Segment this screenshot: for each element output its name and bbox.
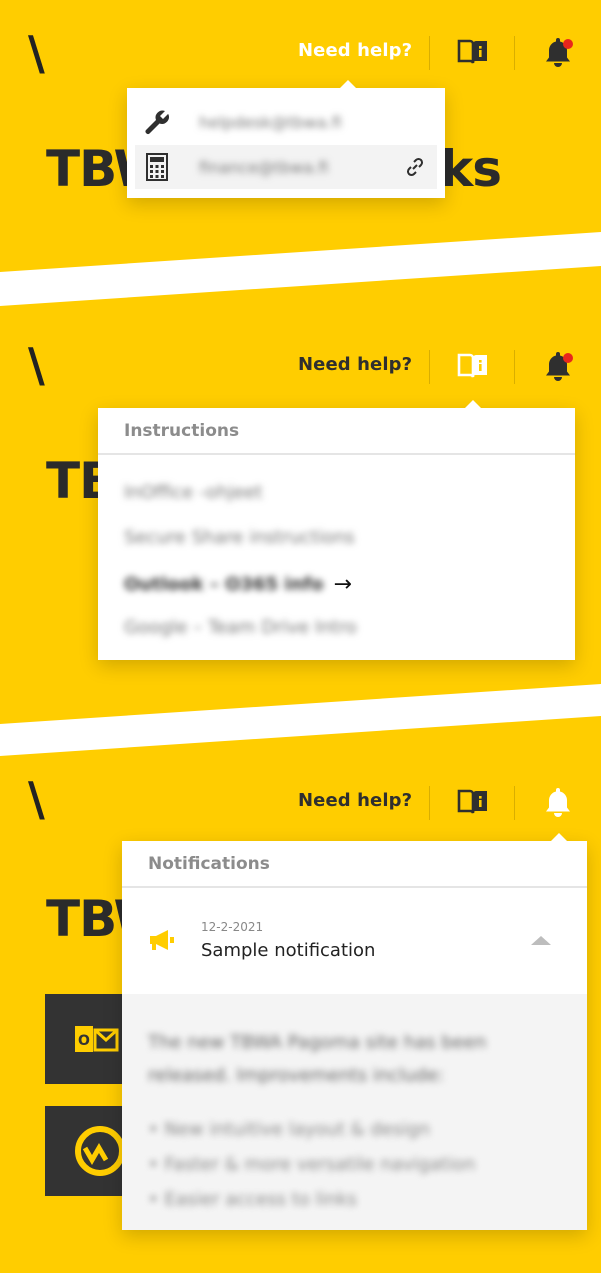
logo-slash[interactable]: \ [28, 776, 45, 822]
header-divider [429, 786, 430, 820]
notification-bullet: • Easier access to links [148, 1189, 357, 1210]
notifications-dropdown: Notifications 12-2-2021 Sample notificat… [122, 833, 587, 1230]
instruction-link[interactable]: Secure Share instructions [124, 527, 355, 548]
collapse-caret-icon[interactable] [531, 936, 551, 945]
need-help-link[interactable]: Need help? [298, 40, 412, 61]
notification-body: The new TBWA Pagoma site has been releas… [122, 994, 587, 1230]
help-item-text: finance@tbwa.fi [199, 157, 329, 177]
need-help-link[interactable]: Need help? [298, 790, 412, 811]
notification-badge [563, 353, 573, 363]
panel-notifications-dropdown: \ Need help? TBW O Notifications 12-2-20… [0, 716, 601, 1273]
help-item-helpdesk[interactable]: helpdesk@tbwa.fi [135, 100, 437, 144]
header-divider [514, 350, 515, 384]
header-divider [514, 786, 515, 820]
help-item-finance[interactable]: finance@tbwa.fi [135, 145, 437, 189]
book-info-icon[interactable] [455, 784, 491, 820]
header-divider [429, 36, 430, 70]
need-help-link[interactable]: Need help? [298, 354, 412, 375]
help-dropdown: helpdesk@tbwa.fi finance@tbwa.fi [127, 80, 445, 198]
notifications-title: Notifications [122, 841, 587, 888]
instructions-title: Instructions [98, 408, 575, 455]
notification-date: 12-2-2021 [201, 920, 264, 934]
notification-bullet: • New intuitive layout & design [148, 1119, 431, 1140]
notification-body-text: The new TBWA Pagoma site has been releas… [148, 1032, 487, 1086]
dropdown-caret [339, 80, 357, 89]
bell-icon[interactable] [540, 784, 576, 820]
instruction-link[interactable]: InOffice -ohjeet [124, 482, 262, 503]
panel-help-dropdown: \ Need help? TBW ks helpdesk@tbwa.fi fin… [0, 0, 601, 272]
book-info-icon[interactable] [455, 348, 491, 384]
link-icon[interactable] [405, 157, 425, 181]
svg-text:O: O [78, 1033, 90, 1049]
notification-bullet: • Faster & more versatile navigation [148, 1154, 476, 1175]
notification-badge [563, 39, 573, 49]
instruction-link[interactable]: Google – Team Drive Intro [124, 617, 357, 638]
book-info-icon[interactable] [455, 34, 491, 70]
wrench-icon [139, 104, 175, 140]
notification-item[interactable]: 12-2-2021 Sample notification [122, 890, 587, 994]
page-title-right: ks [440, 140, 502, 198]
instructions-dropdown: Instructions InOffice -ohjeet Secure Sha… [98, 400, 575, 660]
instruction-link-label: Outlook – O365 info [124, 574, 324, 595]
notification-title: Sample notification [201, 940, 376, 961]
logo-slash[interactable]: \ [28, 342, 45, 388]
instruction-link-active[interactable]: Outlook – O365 info → [124, 572, 352, 597]
panel-instructions-dropdown: \ Need help? TBW Instructions InOffice -… [0, 266, 601, 724]
arrow-right-icon: → [333, 572, 352, 597]
logo-slash[interactable]: \ [28, 30, 45, 76]
calculator-icon [139, 149, 175, 185]
header-divider [514, 36, 515, 70]
header-divider [429, 350, 430, 384]
megaphone-icon [148, 928, 176, 956]
help-item-text: helpdesk@tbwa.fi [199, 112, 342, 132]
